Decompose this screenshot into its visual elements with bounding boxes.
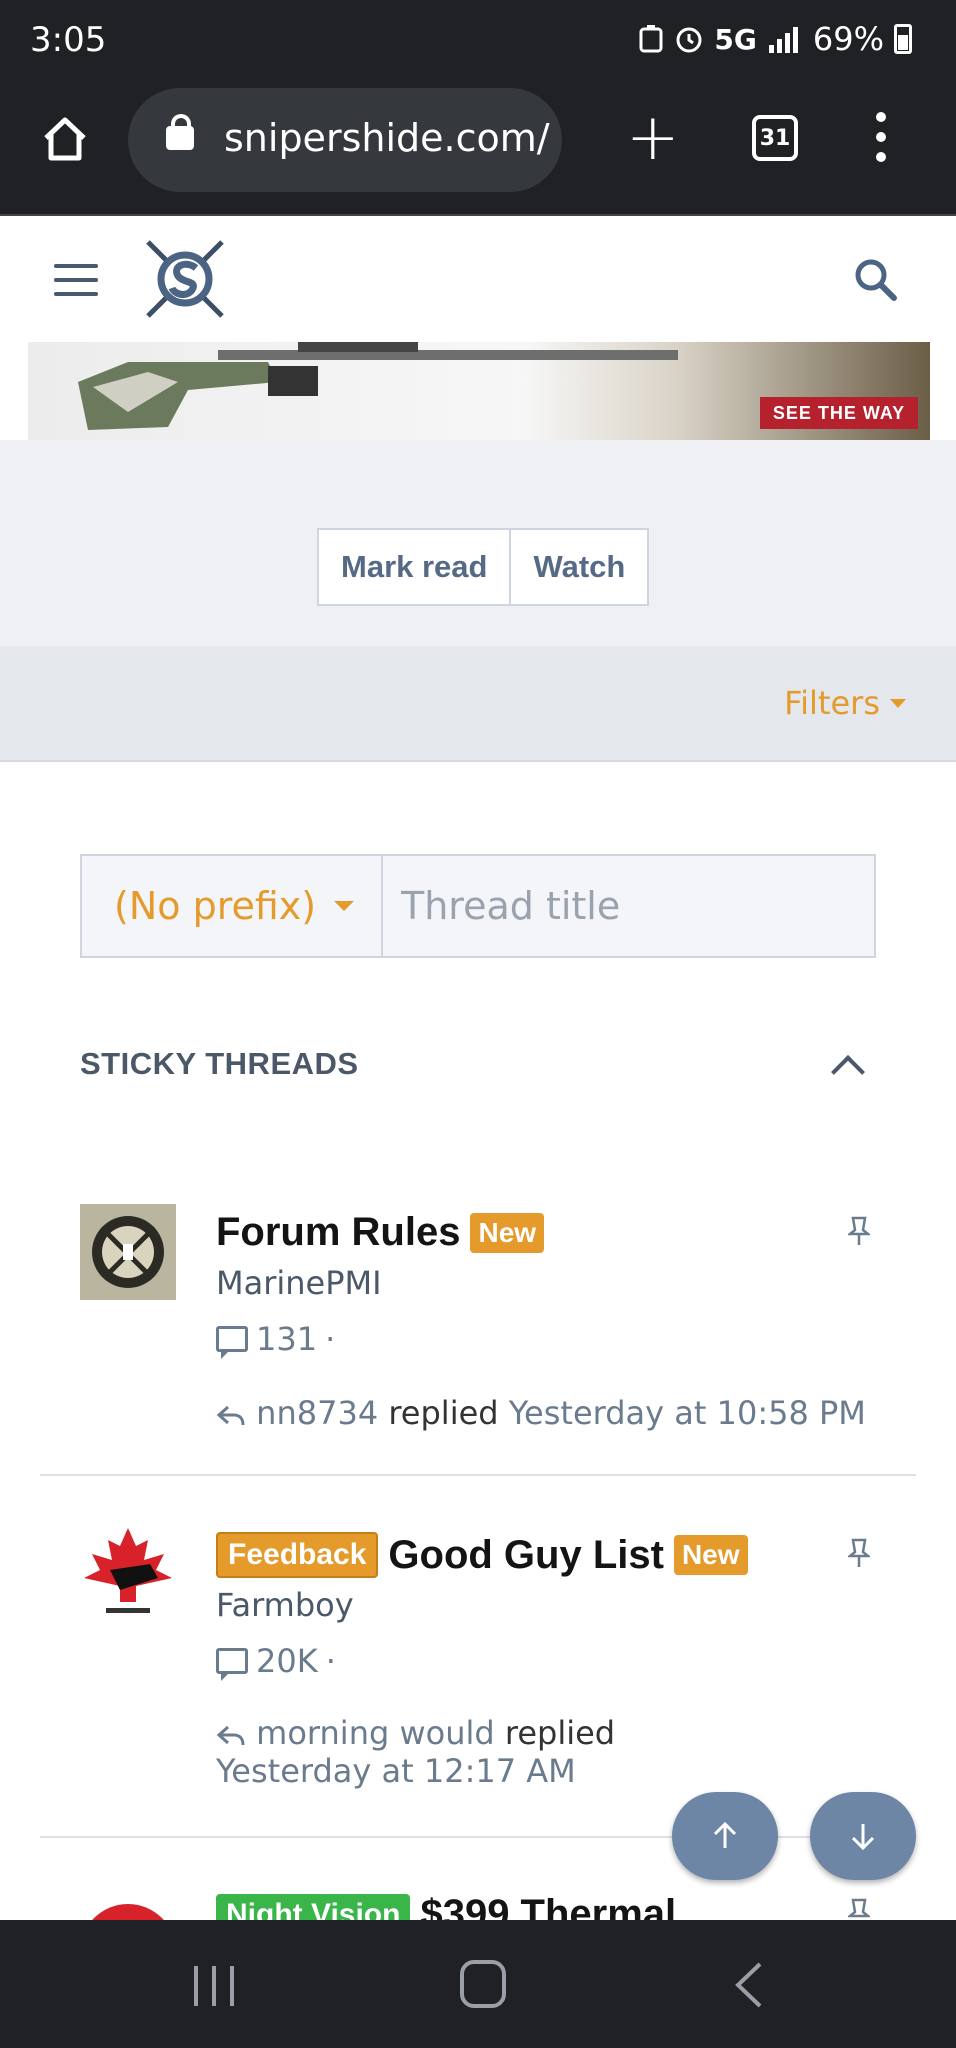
avatar[interactable] <box>80 1524 176 1620</box>
pin-icon <box>848 1538 870 1567</box>
status-bar: 3:05 5G 69% <box>0 0 956 84</box>
avatar[interactable] <box>80 1904 176 1920</box>
back-icon[interactable] <box>730 1960 770 2010</box>
thread-title[interactable]: Forum Rules <box>216 1210 460 1255</box>
last-reply: morning would replied Yesterday at 12:17… <box>216 1714 856 1790</box>
thread-item[interactable]: Night Vision $399 Thermal <box>40 1840 916 1920</box>
lock-icon <box>166 114 194 150</box>
thread-title[interactable]: Good Guy List <box>388 1533 664 1578</box>
new-badge: New <box>673 1535 748 1575</box>
avatar[interactable] <box>80 1204 176 1300</box>
caret-down-icon <box>890 698 906 708</box>
menu-icon[interactable] <box>876 112 886 172</box>
filters-label: Filters <box>784 684 880 722</box>
site-logo[interactable] <box>142 236 228 322</box>
thread-prefix[interactable]: Night Vision <box>216 1893 411 1920</box>
forum-actions: Mark read Watch <box>0 440 956 646</box>
recent-apps-icon[interactable] <box>190 1964 240 2008</box>
thread-author[interactable]: MarinePMI <box>216 1264 382 1302</box>
new-badge: New <box>470 1212 545 1253</box>
hamburger-icon[interactable] <box>54 264 98 306</box>
thread-title[interactable]: $399 Thermal <box>420 1892 676 1920</box>
rifle-image <box>78 342 678 430</box>
forum-button-group: Mark read Watch <box>317 528 650 606</box>
reply-count: 131 <box>256 1320 318 1358</box>
arrow-down-icon <box>851 1824 875 1851</box>
thread-title-input[interactable] <box>383 856 874 956</box>
pin-icon <box>848 1898 870 1918</box>
filters-dropdown[interactable]: Filters <box>784 684 906 722</box>
reply-icon <box>216 1725 245 1746</box>
address-bar[interactable]: snipershide.com/ <box>128 88 562 192</box>
mark-read-button[interactable]: Mark read <box>319 530 509 604</box>
replies-icon <box>216 1648 248 1681</box>
site-header <box>0 218 956 342</box>
ad-banner[interactable]: SEE THE WAY <box>28 342 930 440</box>
system-nav-bar <box>0 1920 956 2048</box>
thread-item[interactable]: Forum Rules New MarinePMI 131 · nn8734 re… <box>40 1160 916 1476</box>
reply-count: 20K <box>256 1642 318 1680</box>
replied-label: replied <box>504 1714 616 1752</box>
thread-author[interactable]: Farmboy <box>216 1586 354 1624</box>
scroll-to-top-button[interactable] <box>672 1792 778 1880</box>
url-text[interactable]: snipershide.com/ <box>224 116 554 160</box>
alarm-icon <box>676 27 702 53</box>
filter-bar: Filters <box>0 646 956 762</box>
replies-icon <box>216 1326 248 1359</box>
last-reply-user[interactable]: morning would <box>256 1714 495 1752</box>
prefix-value: (No prefix) <box>114 884 317 928</box>
network-label: 5G <box>714 22 757 56</box>
new-tab-icon[interactable]: + <box>626 106 680 170</box>
watch-button[interactable]: Watch <box>509 530 647 604</box>
battery-percent: 69% <box>812 20 884 58</box>
last-reply-time[interactable]: Yesterday at 10:58 PM <box>509 1394 866 1432</box>
see-the-way-button[interactable]: SEE THE WAY <box>760 397 918 429</box>
replied-label: replied <box>388 1394 499 1432</box>
reply-icon <box>216 1405 245 1426</box>
last-reply-user[interactable]: nn8734 <box>256 1394 378 1432</box>
last-reply-time[interactable]: Yesterday at 12:17 AM <box>216 1752 576 1790</box>
thread-item[interactable]: Feedback Good Guy List New Farmboy 20K · … <box>40 1478 916 1838</box>
search-icon[interactable] <box>852 256 900 304</box>
battery-icon <box>894 24 912 54</box>
scroll-to-bottom-button[interactable] <box>810 1792 916 1880</box>
prefix-select[interactable]: (No prefix) <box>82 856 383 956</box>
caret-down-icon <box>334 901 355 911</box>
status-time: 3:05 <box>30 20 107 60</box>
arrow-up-icon <box>713 1821 737 1848</box>
home-icon[interactable] <box>40 114 90 164</box>
last-reply: nn8734 replied Yesterday at 10:58 PM <box>216 1394 866 1432</box>
pin-icon <box>848 1216 870 1245</box>
chevron-up-icon[interactable] <box>831 1055 865 1089</box>
tab-switcher-button[interactable]: 31 <box>752 115 798 161</box>
quick-thread-form: (No prefix) <box>80 854 876 958</box>
browser-toolbar: snipershide.com/ + 31 <box>0 84 956 216</box>
thread-prefix[interactable]: Feedback <box>216 1532 379 1578</box>
sticky-threads-heading: STICKY THREADS <box>80 1046 359 1081</box>
signal-icon <box>768 27 798 53</box>
home-nav-icon[interactable] <box>458 1958 508 2010</box>
recycle-icon <box>639 25 663 53</box>
